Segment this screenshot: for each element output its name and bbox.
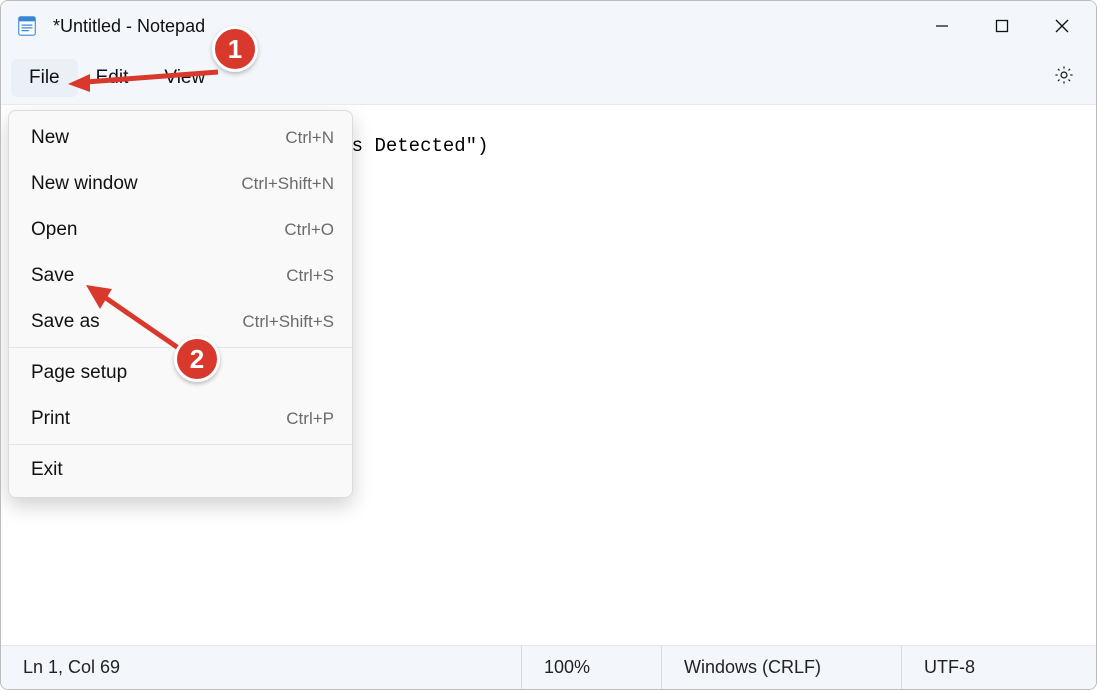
file-menu-exit[interactable]: Exit [9,447,352,493]
gear-icon [1053,64,1075,91]
file-menu-save-as[interactable]: Save as Ctrl+Shift+S [9,299,352,345]
window-controls [912,4,1092,48]
menu-item-label: Save [31,265,74,287]
menu-item-label: Exit [31,459,63,481]
menu-item-label: Save as [31,311,100,333]
menu-item-shortcut: Ctrl+S [286,266,334,286]
close-button[interactable] [1032,4,1092,48]
menu-item-label: Open [31,219,77,241]
menu-file[interactable]: File [11,59,78,97]
menu-view[interactable]: View [146,59,223,97]
menu-item-label: New window [31,173,138,195]
file-menu-new-window[interactable]: New window Ctrl+Shift+N [9,161,352,207]
status-position: Ln 1, Col 69 [1,646,521,689]
statusbar: Ln 1, Col 69 100% Windows (CRLF) UTF-8 [1,645,1096,689]
maximize-button[interactable] [972,4,1032,48]
menu-item-label: Print [31,408,70,430]
app-window: *Untitled - Notepad File Edit View [0,0,1097,690]
menu-separator [9,444,352,445]
menu-separator [9,347,352,348]
settings-button[interactable] [1040,56,1088,100]
file-menu-open[interactable]: Open Ctrl+O [9,207,352,253]
window-title: *Untitled - Notepad [53,16,205,37]
menu-item-label: New [31,127,69,149]
menubar: File Edit View [1,51,1096,105]
file-menu-dropdown: New Ctrl+N New window Ctrl+Shift+N Open … [8,110,353,498]
titlebar: *Untitled - Notepad [1,1,1096,51]
notepad-icon [15,14,39,38]
content-area: ed with a virus", 1+48, "Virus Detected"… [1,105,1096,645]
menu-item-shortcut: Ctrl+O [284,220,334,240]
menu-item-shortcut: Ctrl+Shift+N [241,174,334,194]
status-eol: Windows (CRLF) [661,646,901,689]
menu-item-shortcut: Ctrl+N [285,128,334,148]
file-menu-print[interactable]: Print Ctrl+P [9,396,352,442]
menu-item-label: Page setup [31,362,127,384]
menu-edit[interactable]: Edit [78,59,147,97]
file-menu-page-setup[interactable]: Page setup [9,350,352,396]
file-menu-save[interactable]: Save Ctrl+S [9,253,352,299]
file-menu-new[interactable]: New Ctrl+N [9,115,352,161]
menu-item-shortcut: Ctrl+Shift+S [242,312,334,332]
status-encoding: UTF-8 [901,646,1096,689]
status-zoom[interactable]: 100% [521,646,661,689]
minimize-button[interactable] [912,4,972,48]
menu-item-shortcut: Ctrl+P [286,409,334,429]
